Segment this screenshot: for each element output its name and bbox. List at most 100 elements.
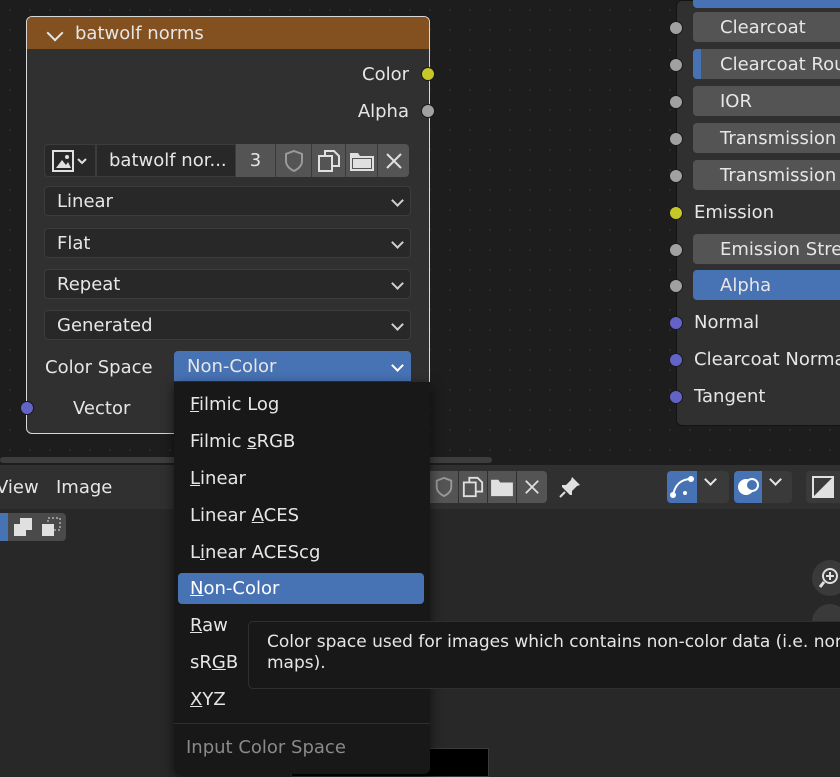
user-count-button[interactable]: 3 <box>236 144 275 177</box>
shield-icon <box>284 149 303 172</box>
display-channels-button[interactable] <box>806 471 840 503</box>
duplicate-button[interactable] <box>311 144 345 177</box>
emission-label: Emission <box>694 202 775 223</box>
menu-item-filmic-log[interactable]: Filmic Log <box>190 390 279 420</box>
ior-socket[interactable] <box>669 95 683 109</box>
menu-item-raw[interactable]: Raw <box>190 611 228 641</box>
chevron-down-icon <box>391 194 404 207</box>
view-menu[interactable]: View <box>0 477 39 498</box>
collapse-chevron-icon[interactable] <box>46 23 64 44</box>
menu-item-label: inear <box>200 468 246 489</box>
open-image-button[interactable] <box>345 144 377 177</box>
mnemonic: N <box>190 578 204 599</box>
fake-user-button[interactable] <box>275 144 311 177</box>
fake-user-button-2[interactable] <box>430 471 458 503</box>
menu-item-srgb[interactable]: sRGB <box>190 648 238 678</box>
vector-input-socket[interactable] <box>20 401 34 415</box>
menu-item-linear-acescg[interactable]: Linear ACEScg <box>190 538 320 568</box>
overlay-dropdown[interactable] <box>734 471 792 503</box>
mnemonic: L <box>190 468 201 489</box>
menu-item-linear-aces[interactable]: Linear ACES <box>190 501 299 531</box>
interpolation-dropdown[interactable]: Linear <box>44 186 411 216</box>
clearcoat-label: Clearcoat <box>720 16 806 38</box>
alpha-field[interactable]: Alpha <box>693 270 840 300</box>
duplicate-button-2[interactable] <box>459 471 487 503</box>
emission-socket[interactable] <box>669 206 683 220</box>
tangent-label: Tangent <box>694 386 766 407</box>
color-output-socket[interactable] <box>421 67 435 81</box>
image-texture-node[interactable]: batwolf norms Color Alpha batwolf nor...… <box>26 16 430 434</box>
image-icon <box>52 149 87 172</box>
menu-item-label: Linear <box>190 505 252 526</box>
image-name-field[interactable]: batwolf nor... <box>96 144 236 177</box>
mnemonic: X <box>190 689 203 710</box>
menu-footer-title: Input Color Space <box>186 737 346 758</box>
image-browse-button[interactable] <box>44 144 96 177</box>
unlink-button-2[interactable] <box>517 471 547 503</box>
select-mode-new[interactable] <box>0 513 8 541</box>
folder-icon <box>349 152 374 171</box>
alpha-input-socket[interactable] <box>669 279 683 293</box>
projection-value: Flat <box>57 232 91 254</box>
menu-item-filmic-srgb[interactable]: Filmic sRGB <box>190 427 295 457</box>
menu-item-label: B <box>225 652 239 673</box>
select-mode-group[interactable] <box>0 513 66 541</box>
clearcoat-roughness-label: Clearcoat Roughness <box>720 53 840 75</box>
chevron-down-icon <box>391 236 404 249</box>
clearcoat-roughness-socket[interactable] <box>669 58 683 72</box>
color-output-label: Color <box>362 64 409 85</box>
clearcoat-socket[interactable] <box>669 21 683 35</box>
menu-item-label: Filmic <box>190 431 248 452</box>
clearcoat-normal-label: Clearcoat Normal <box>694 349 840 370</box>
tooltip-line-2: maps). <box>267 653 326 673</box>
menu-item-label: near ACEScg <box>205 542 321 563</box>
source-dropdown[interactable]: Generated <box>44 310 411 340</box>
uv-sync-dropdown[interactable] <box>667 471 729 503</box>
transmission-roughness-field[interactable]: Transmission Roughness <box>693 160 840 190</box>
node-header[interactable]: batwolf norms <box>27 17 429 49</box>
transmission-socket[interactable] <box>669 132 683 146</box>
open-image-button-2[interactable] <box>488 471 516 503</box>
normal-label: Normal <box>694 312 760 333</box>
chevron-down-icon <box>769 473 782 486</box>
transmission-roughness-socket[interactable] <box>669 169 683 183</box>
clearcoat-roughness-field[interactable]: Clearcoat Roughness <box>693 49 840 79</box>
projection-dropdown[interactable]: Flat <box>44 228 411 258</box>
menu-item-label: CES <box>263 505 300 526</box>
menu-item-label: YZ <box>202 689 226 710</box>
clearcoat-normal-socket[interactable] <box>669 353 683 367</box>
duplicate-icon <box>317 149 340 172</box>
zoom-icon <box>818 568 838 588</box>
tangent-socket[interactable] <box>669 390 683 404</box>
folder-icon <box>491 479 513 497</box>
normal-socket[interactable] <box>669 316 683 330</box>
image-menu[interactable]: Image <box>56 477 112 498</box>
mnemonic: R <box>190 615 203 636</box>
extension-dropdown[interactable]: Repeat <box>44 269 411 299</box>
emission-strength-field[interactable]: Emission Strength <box>693 234 840 264</box>
selected-field-top[interactable] <box>693 0 840 8</box>
pin-icon[interactable] <box>557 474 583 500</box>
image-selector-row[interactable]: batwolf nor... 3 <box>44 144 409 177</box>
emission-strength-label: Emission Strength <box>720 238 840 260</box>
source-value: Generated <box>57 314 153 336</box>
zoom-gizmo[interactable] <box>812 560 840 596</box>
mnemonic: F <box>190 394 200 415</box>
menu-item-xyz[interactable]: XYZ <box>190 685 226 715</box>
alpha-output-socket[interactable] <box>421 104 435 118</box>
transmission-label: Transmission <box>720 127 837 149</box>
emission-strength-socket[interactable] <box>669 243 683 257</box>
ior-field[interactable]: IOR <box>693 86 840 116</box>
menu-item-linear[interactable]: Linear <box>190 464 246 494</box>
alpha-output-label: Alpha <box>357 101 409 122</box>
alpha-input-label: Alpha <box>720 274 772 296</box>
duplicate-icon <box>462 476 484 498</box>
unlink-button[interactable] <box>377 144 409 177</box>
transmission-field[interactable]: Transmission <box>693 123 840 153</box>
menu-item-non-color[interactable]: Non-Color <box>190 574 279 604</box>
tooltip: Color space used for images which contai… <box>248 621 840 689</box>
color-space-dropdown[interactable]: Non-Color <box>174 351 411 381</box>
menu-item-label: aw <box>202 615 228 636</box>
clearcoat-field[interactable]: Clearcoat <box>693 12 840 42</box>
tooltip-line-1: Color space used for images which contai… <box>267 632 840 652</box>
